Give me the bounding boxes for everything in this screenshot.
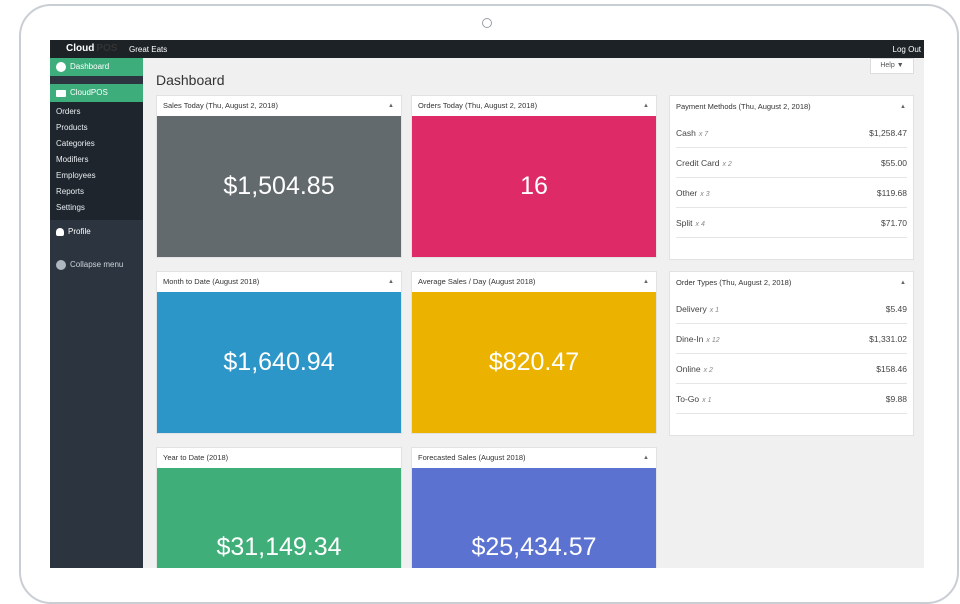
- month-to-date-value: $1,640.94: [157, 292, 401, 433]
- sidebar-item-cloudpos[interactable]: CloudPOS: [50, 84, 143, 102]
- card-orders-today: Orders Today (Thu, August 2, 2018) ▲ 16: [411, 95, 657, 258]
- forecasted-sales-value: $25,434.57: [412, 468, 656, 568]
- sidebar-submenu: Orders Products Categories Modifiers Emp…: [50, 102, 143, 220]
- card-header: Sales Today (Thu, August 2, 2018) ▲: [157, 96, 401, 116]
- sidebar-item-modifiers[interactable]: Modifiers: [50, 152, 143, 168]
- card-month-to-date: Month to Date (August 2018) ▲ $1,640.94: [156, 271, 402, 434]
- list-item: Cash x 7 $1,258.47: [676, 118, 907, 148]
- help-button[interactable]: Help ▼: [870, 58, 914, 74]
- camera-icon: [482, 18, 492, 28]
- card-payment-methods: Payment Methods (Thu, August 2, 2018) ▲ C…: [669, 95, 914, 260]
- sidebar-item-settings[interactable]: Settings: [50, 200, 143, 216]
- list-item: To-Go x 1 $9.88: [676, 384, 907, 414]
- sidebar-item-orders[interactable]: Orders: [50, 104, 143, 120]
- collapse-caret-icon[interactable]: ▲: [900, 272, 906, 294]
- card-header: Forecasted Sales (August 2018) ▲: [412, 448, 656, 468]
- dashboard-icon: [56, 62, 66, 72]
- list-item: Credit Card x 2 $55.00: [676, 148, 907, 178]
- list-item: Split x 4 $71.70: [676, 208, 907, 238]
- collapse-caret-icon[interactable]: ▲: [643, 448, 649, 468]
- collapse-icon: [56, 260, 66, 270]
- card-order-types: Order Types (Thu, August 2, 2018) ▲ Deliv…: [669, 271, 914, 436]
- payment-methods-list: Cash x 7 $1,258.47 Credit Card x 2 $55.00 Ot…: [670, 118, 913, 238]
- sidebar-item-label: CloudPOS: [70, 88, 108, 97]
- list-item: Dine-In x 12 $1,331.02: [676, 324, 907, 354]
- logout-link[interactable]: Log Out: [893, 45, 921, 54]
- card-header: Order Types (Thu, August 2, 2018) ▲: [670, 272, 913, 294]
- sidebar-item-profile[interactable]: Profile: [50, 220, 143, 244]
- collapse-label: Collapse menu: [70, 260, 124, 269]
- page-title: Dashboard: [156, 72, 225, 88]
- pos-icon: [56, 89, 66, 97]
- collapse-caret-icon[interactable]: ▲: [643, 272, 649, 292]
- brand-logo[interactable]: Cloud POS: [66, 43, 117, 54]
- average-sales-value: $820.47: [412, 292, 656, 433]
- card-sales-today: Sales Today (Thu, August 2, 2018) ▲ $1,50…: [156, 95, 402, 258]
- sidebar-item-label: Profile: [68, 227, 91, 236]
- store-name: Great Eats: [129, 45, 168, 54]
- card-header: Payment Methods (Thu, August 2, 2018) ▲: [670, 96, 913, 118]
- sidebar-item-categories[interactable]: Categories: [50, 136, 143, 152]
- collapse-menu-button[interactable]: Collapse menu: [50, 256, 143, 274]
- screen: Cloud POS Great Eats Log Out Dashboard Cl…: [50, 40, 924, 568]
- card-year-to-date: Year to Date (2018) $31,149.34: [156, 447, 402, 568]
- collapse-caret-icon[interactable]: ▲: [388, 272, 394, 292]
- top-bar: Cloud POS Great Eats Log Out: [50, 40, 924, 58]
- user-icon: [56, 228, 64, 236]
- collapse-caret-icon[interactable]: ▲: [643, 96, 649, 116]
- list-item: Online x 2 $158.46: [676, 354, 907, 384]
- card-header: Month to Date (August 2018) ▲: [157, 272, 401, 292]
- list-item: Other x 3 $119.68: [676, 178, 907, 208]
- order-types-list: Delivery x 1 $5.49 Dine-In x 12 $1,331.02 On…: [670, 294, 913, 414]
- sidebar-item-dashboard[interactable]: Dashboard: [50, 58, 143, 76]
- card-header: Year to Date (2018): [163, 453, 229, 462]
- sidebar-item-employees[interactable]: Employees: [50, 168, 143, 184]
- sidebar: Dashboard CloudPOS Orders Products Categ…: [50, 58, 143, 568]
- card-average-sales: Average Sales / Day (August 2018) ▲ $820.…: [411, 271, 657, 434]
- card-forecasted-sales: Forecasted Sales (August 2018) ▲ $25,434.…: [411, 447, 657, 568]
- sales-today-value: $1,504.85: [157, 116, 401, 257]
- collapse-caret-icon[interactable]: ▲: [900, 96, 906, 118]
- sidebar-item-products[interactable]: Products: [50, 120, 143, 136]
- card-header: Orders Today (Thu, August 2, 2018) ▲: [412, 96, 656, 116]
- list-item: Delivery x 1 $5.49: [676, 294, 907, 324]
- main-content: Dashboard Help ▼ Sales Today (Thu, Augus…: [143, 58, 924, 568]
- sidebar-item-label: Dashboard: [70, 62, 110, 71]
- collapse-caret-icon[interactable]: ▲: [388, 96, 394, 116]
- year-to-date-value: $31,149.34: [157, 468, 401, 568]
- orders-today-value: 16: [412, 116, 656, 257]
- card-header: Average Sales / Day (August 2018) ▲: [412, 272, 656, 292]
- sidebar-item-reports[interactable]: Reports: [50, 184, 143, 200]
